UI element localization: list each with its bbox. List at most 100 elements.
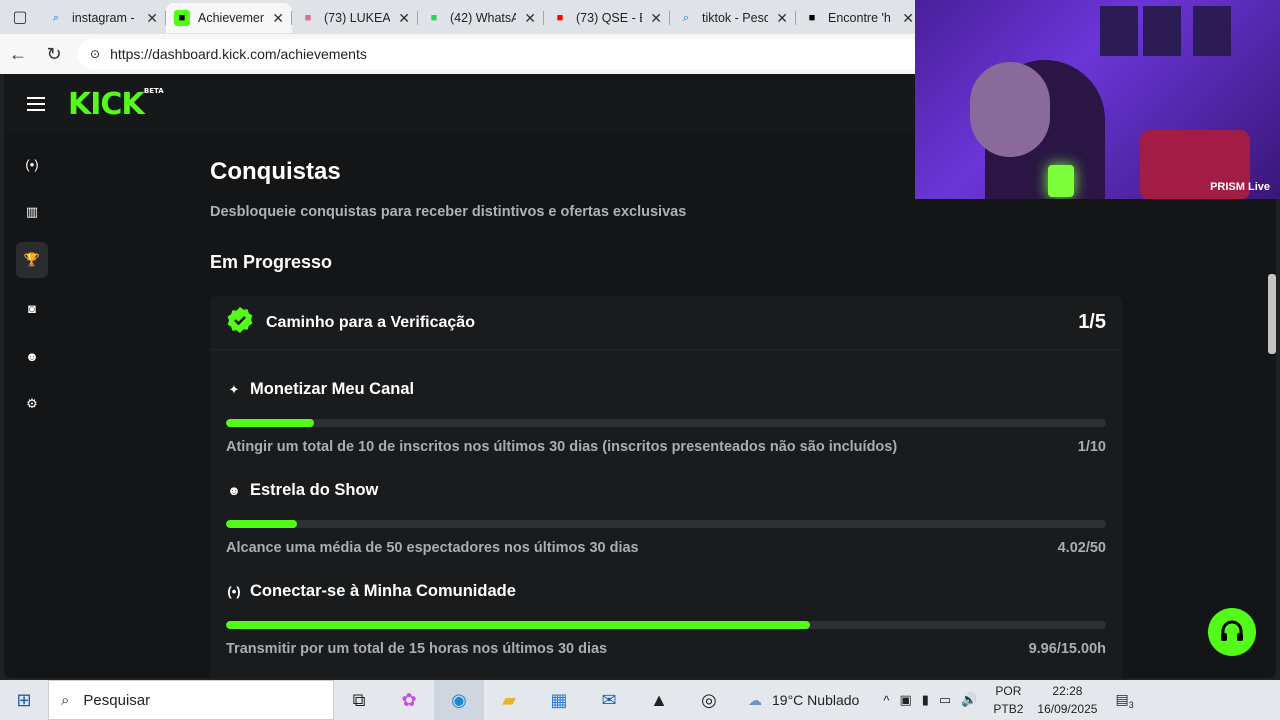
search-icon: ⌕ <box>52 11 60 24</box>
browser-tab[interactable]: ⌕ instagram - Pesq ✕ <box>40 3 166 33</box>
close-icon[interactable]: ✕ <box>272 10 284 27</box>
system-tray: ^ ▣ ▮ ▭ 🔊 <box>883 692 977 708</box>
browser-tab[interactable]: ■ (73) LUKEAN ✕ <box>292 3 418 33</box>
support-headset-button[interactable] <box>1208 608 1256 656</box>
browser-tab[interactable]: ■ Encontre 'h y ✕ <box>796 3 922 33</box>
achievement-description: Transmitir por um total de 15 horas nos … <box>226 641 608 657</box>
sidebar-item-analytics[interactable]: ▥ <box>16 194 48 230</box>
close-icon[interactable]: ✕ <box>398 10 410 27</box>
tab-label: Encontre 'h y <box>828 11 895 25</box>
card-title: Caminho para a Verificação <box>266 313 475 331</box>
obs-camera-icon[interactable]: ◎ <box>684 680 734 720</box>
site-info-icon[interactable]: ⊙ <box>90 47 100 61</box>
achievement-details: Transmitir por um total de 15 horas nos … <box>226 641 1106 657</box>
sidebar-item-settings-gear[interactable]: ⚙ <box>16 386 48 422</box>
close-icon[interactable]: ✕ <box>902 10 914 27</box>
live-broadcast-icon: (•) <box>25 156 39 172</box>
weather-text: 19°C Nublado <box>772 692 860 708</box>
tiktok-icon: ■ <box>808 12 816 24</box>
copilot-icon[interactable]: ✿ <box>384 680 434 720</box>
achievement-card[interactable]: Caminho para a Verificação 1/5 ✦ Monetiz… <box>210 296 1122 678</box>
card-header[interactable]: Caminho para a Verificação 1/5 <box>210 296 1122 350</box>
sparkle-icon: ✦ <box>228 381 240 397</box>
task-view-icon[interactable]: ⧉ <box>334 680 384 720</box>
achievement-header: ☻ Estrela do Show <box>226 481 1106 500</box>
scrollbar[interactable] <box>1268 274 1276 354</box>
edge-browser-icon[interactable]: ◉ <box>434 680 484 720</box>
headset-icon <box>1221 620 1243 641</box>
broadcast-icon: (•) <box>227 584 241 599</box>
browser-tab[interactable]: ■ (73) QSE - Bl ✕ <box>544 3 670 33</box>
browser-tab[interactable]: ■ (42) WhatsA ✕ <box>418 3 544 33</box>
meet-icon[interactable]: ▣ <box>899 692 911 708</box>
url-text: https://dashboard.kick.com/achievements <box>110 46 367 62</box>
weather-widget[interactable]: ☁ 19°C Nublado <box>748 692 859 709</box>
tab-label: (42) WhatsA <box>450 11 517 25</box>
clock-time: 22:28 <box>1052 684 1083 698</box>
youtube-icon: ■ <box>304 12 312 24</box>
webcam-overlay: PRISM Live <box>915 0 1280 199</box>
kick-icon: ■ <box>174 10 190 26</box>
sidebar-item-community[interactable]: ☻ <box>16 338 48 374</box>
achievement-details: Alcance uma média de 50 espectadores nos… <box>226 540 1106 556</box>
outlook-icon[interactable]: ✉ <box>584 680 634 720</box>
tab-actions-icon[interactable]: ▢ <box>0 0 40 34</box>
wall-poster <box>1100 6 1138 56</box>
camera-icon: ◙ <box>28 300 36 316</box>
back-arrow-icon[interactable]: ← <box>0 36 36 72</box>
achievement-description: Alcance uma média de 50 espectadores nos… <box>226 540 639 556</box>
windows-start-icon[interactable]: ⊞ <box>0 690 48 711</box>
kick-logo[interactable]: KICK BETA <box>68 86 164 122</box>
achievement-progress-text: 1/10 <box>1077 439 1106 455</box>
file-explorer-icon[interactable]: ▰ <box>484 680 534 720</box>
progress-bar <box>226 520 1106 528</box>
taskbar-search[interactable]: ⌕ Pesquisar <box>48 680 334 720</box>
chevron-up-icon[interactable]: ^ <box>883 693 889 708</box>
search-icon: ⌕ <box>682 11 690 24</box>
logo-text: KICK <box>68 86 145 122</box>
volume-icon[interactable]: 🔊 <box>961 692 977 708</box>
menu-hamburger-icon[interactable] <box>4 97 68 111</box>
settings-gear-icon: ⚙ <box>26 396 38 411</box>
sidebar-item-live-broadcast[interactable]: (•) <box>16 146 48 182</box>
achievement-title: Estrela do Show <box>250 481 379 499</box>
cloud-icon: ☁ <box>748 691 762 708</box>
close-icon[interactable]: ✕ <box>776 10 788 27</box>
youtube-icon: ■ <box>556 12 564 24</box>
network-icon[interactable]: ▭ <box>939 692 951 708</box>
usb-icon[interactable]: ▮ <box>922 692 929 708</box>
notification-count: 3 <box>1128 699 1134 710</box>
achievement-item: ☻ Estrela do Show Alcance uma média de 5… <box>226 481 1106 556</box>
achievement-progress-text: 4.02/50 <box>1057 540 1106 556</box>
system-clock[interactable]: 22:28 16/09/2025 <box>1037 682 1097 718</box>
language-indicator[interactable]: POR PTB2 <box>993 682 1023 718</box>
keyboard-layout: PTB2 <box>993 702 1024 716</box>
achievement-description: Atingir um total de 10 de inscritos nos … <box>226 439 898 455</box>
sidebar-item-camera[interactable]: ◙ <box>16 290 48 326</box>
verified-badge-icon <box>226 306 254 339</box>
achievement-item: ✦ Monetizar Meu Canal Atingir um total d… <box>226 380 1106 455</box>
tab-label: (73) QSE - Bl <box>576 11 642 25</box>
microsoft-store-icon[interactable]: ▦ <box>534 680 584 720</box>
achievement-header: ✦ Monetizar Meu Canal <box>226 380 1106 399</box>
tab-label: tiktok - Pesq <box>702 11 769 25</box>
achievement-item: (•) Conectar-se à Minha Comunidade Trans… <box>226 582 1106 657</box>
progress-bar <box>226 419 1106 427</box>
windows-taskbar: ⊞ ⌕ Pesquisar ⧉ ✿ ◉ ▰ ▦ ✉ ▲ ◎ ☁ 19°C Nub… <box>0 680 1280 720</box>
close-icon[interactable]: ✕ <box>146 10 158 27</box>
close-icon[interactable]: ✕ <box>524 10 536 27</box>
community-icon: ☻ <box>25 348 39 364</box>
language-code: POR <box>995 684 1022 698</box>
achievement-progress-text: 9.96/15.00h <box>1028 641 1106 657</box>
section-title: Em Progresso <box>210 252 333 272</box>
url-field[interactable]: ⊙ https://dashboard.kick.com/achievement… <box>78 39 958 69</box>
notification-icon[interactable]: ▤3 <box>1115 691 1133 710</box>
browser-tab[interactable]: ⌕ tiktok - Pesq ✕ <box>670 3 796 33</box>
browser-tab[interactable]: ■ Achievements ✕ <box>166 3 292 33</box>
adobe-app-icon[interactable]: ▲ <box>634 680 684 720</box>
refresh-icon[interactable]: ↻ <box>36 36 72 72</box>
sidebar-item-trophy[interactable]: 🏆 <box>16 242 48 278</box>
card-progress-count: 1/5 <box>1078 311 1106 333</box>
analytics-icon: ▥ <box>25 204 39 219</box>
close-icon[interactable]: ✕ <box>650 10 662 27</box>
